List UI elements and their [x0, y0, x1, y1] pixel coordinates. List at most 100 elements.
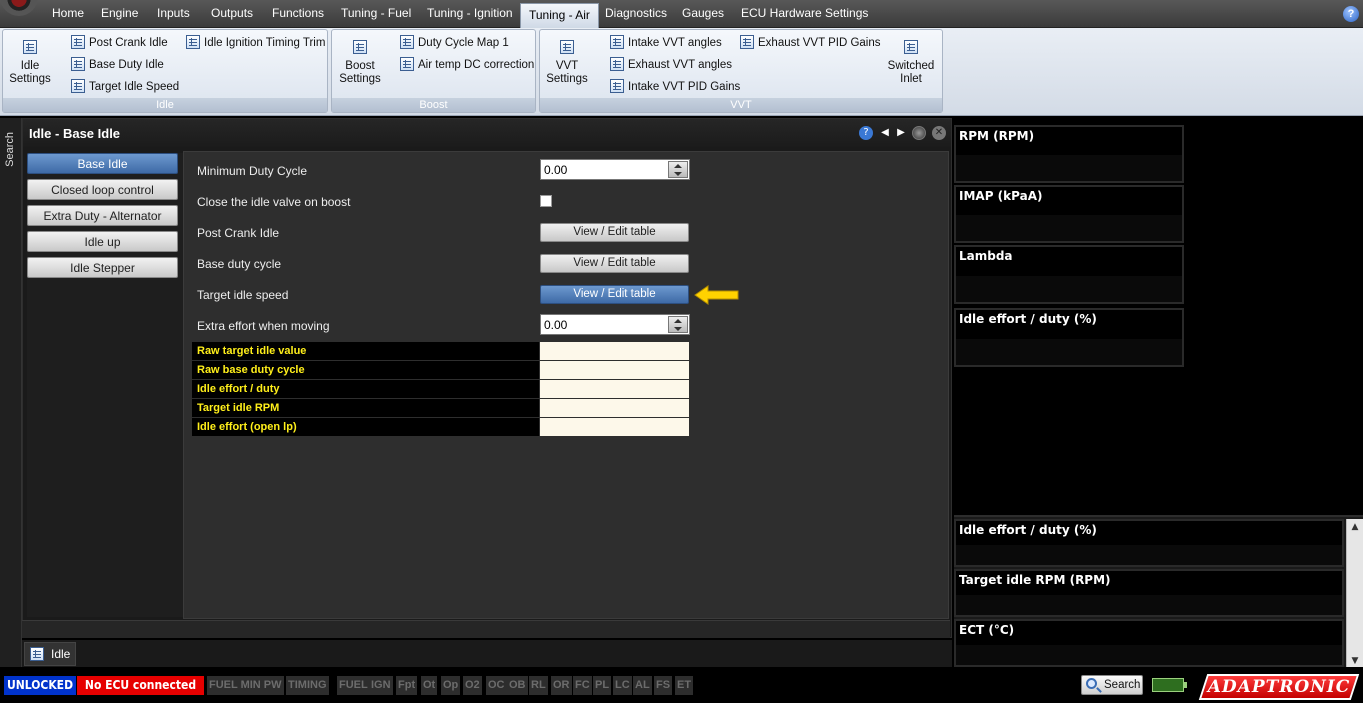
gauge-scrollbar[interactable]: ▲ ▼: [1346, 519, 1363, 669]
target-idle-speed-button[interactable]: Target Idle Speed: [71, 79, 179, 95]
tab-inputs[interactable]: Inputs: [157, 6, 190, 20]
gauge-label: Idle effort / duty (%): [959, 523, 1097, 537]
gauge-target-idle-rpm[interactable]: Target idle RPM (RPM): [954, 569, 1344, 617]
post-crank-idle-edit-button[interactable]: View / Edit table: [540, 223, 689, 242]
search-sidebar-toggle[interactable]: Search: [0, 118, 22, 668]
spin-arrows-icon[interactable]: [668, 316, 688, 333]
nav-idle-up[interactable]: Idle up: [27, 231, 178, 252]
tab-functions[interactable]: Functions: [272, 6, 324, 20]
gauge-icon[interactable]: [912, 126, 926, 140]
close-valve-on-boost-checkbox[interactable]: [540, 195, 552, 207]
output-row: Raw base duty cycle: [192, 361, 689, 379]
output-row: Idle effort (open lp): [192, 418, 689, 436]
help-icon[interactable]: ?: [1343, 6, 1359, 22]
target-idle-rpm-value: [540, 399, 689, 417]
document-tab-bar: Idle: [22, 640, 952, 667]
app-logo[interactable]: [0, 0, 38, 16]
intake-vvt-pid-gains-button[interactable]: Intake VVT PID Gains: [610, 79, 740, 95]
close-icon[interactable]: ✕: [932, 126, 946, 140]
gauge-imap[interactable]: IMAP (kPaA): [954, 185, 1184, 243]
tab-gauges[interactable]: Gauges: [682, 6, 724, 20]
nav-base-idle[interactable]: Base Idle: [27, 153, 178, 174]
idle-ignition-timing-trim-button[interactable]: Idle Ignition Timing Trim: [186, 35, 325, 51]
status-flag-et: ET: [675, 676, 695, 695]
target-idle-speed-edit-button[interactable]: View / Edit table: [540, 285, 689, 304]
gauge-label: Lambda: [959, 249, 1013, 263]
help-icon[interactable]: ?: [859, 126, 873, 140]
gauge-bar: [956, 645, 1342, 665]
idle-effort-duty-label: Idle effort / duty: [192, 380, 539, 398]
nav-closed-loop-control[interactable]: Closed loop control: [27, 179, 178, 200]
ribbon: Idle Settings Post Crank Idle Base Duty …: [0, 28, 1363, 116]
tab-home[interactable]: Home: [52, 6, 84, 20]
gauge-rpm[interactable]: RPM (RPM): [954, 125, 1184, 183]
intake-vvt-angles-button[interactable]: Intake VVT angles: [610, 35, 722, 51]
post-crank-idle-button[interactable]: Post Crank Idle: [71, 35, 168, 51]
prev-arrow-icon[interactable]: ◀: [878, 126, 892, 140]
status-flag-op: Op: [441, 676, 462, 695]
ribbon-group-vvt-title: VVT: [540, 98, 942, 112]
table-icon: [71, 79, 85, 93]
idle-settings-button[interactable]: Idle Settings: [7, 38, 53, 86]
status-flag-o2: O2: [463, 676, 483, 695]
tab-ecu-hardware-settings[interactable]: ECU Hardware Settings: [741, 6, 868, 20]
gauge-idle-effort-lower[interactable]: Idle effort / duty (%): [954, 519, 1344, 567]
next-arrow-icon[interactable]: ▶: [894, 126, 908, 140]
gauge-ect[interactable]: ECT (°C): [954, 619, 1344, 667]
panel-title: Idle - Base Idle: [29, 126, 121, 141]
status-flag-al: AL: [633, 676, 653, 695]
exhaust-vvt-pid-gains-button[interactable]: Exhaust VVT PID Gains: [740, 35, 881, 51]
table-icon: [71, 35, 85, 49]
target-idle-speed-label: Target idle speed: [197, 288, 289, 302]
min-duty-cycle-input[interactable]: 0.00: [540, 159, 690, 180]
base-duty-cycle-label: Base duty cycle: [197, 257, 282, 271]
table-icon: [610, 35, 624, 49]
output-row: Idle effort / duty: [192, 380, 689, 398]
table-icon: [560, 40, 574, 54]
gauge-idle-effort[interactable]: Idle effort / duty (%): [954, 308, 1184, 367]
gauge-bar: [956, 545, 1342, 565]
base-duty-cycle-edit-button[interactable]: View / Edit table: [540, 254, 689, 273]
status-flag-fs: FS: [654, 676, 674, 695]
output-row: Raw target idle value: [192, 342, 689, 360]
tab-tuning-ignition[interactable]: Tuning - Ignition: [427, 6, 513, 20]
gauge-label: ECT (°C): [959, 623, 1015, 637]
idle-effort-duty-value: [540, 380, 689, 398]
ribbon-group-boost-title: Boost: [332, 98, 535, 112]
boost-settings-button[interactable]: Boost Settings: [336, 38, 384, 86]
air-temp-dc-correction-button[interactable]: Air temp DC correction: [400, 57, 534, 73]
tab-outputs[interactable]: Outputs: [211, 6, 253, 20]
duty-cycle-map-1-button[interactable]: Duty Cycle Map 1: [400, 35, 509, 51]
tab-tuning-air[interactable]: Tuning - Air: [520, 3, 599, 28]
status-bar: UNLOCKED No ECU connected FUEL MIN PW TIM…: [0, 667, 1363, 703]
gauge-label: IMAP (kPaA): [959, 189, 1043, 203]
tab-engine[interactable]: Engine: [101, 6, 138, 20]
nav-extra-duty-alternator[interactable]: Extra Duty - Alternator: [27, 205, 178, 226]
table-icon: [904, 40, 918, 54]
document-tab-idle[interactable]: Idle: [24, 642, 76, 666]
nav-idle-stepper[interactable]: Idle Stepper: [27, 257, 178, 278]
switched-inlet-button[interactable]: Switched Inlet: [886, 38, 936, 86]
battery-icon: [1152, 678, 1187, 692]
spin-arrows-icon[interactable]: [668, 161, 688, 178]
gauge-bar: [956, 215, 1182, 241]
scroll-up-icon[interactable]: ▲: [1347, 519, 1363, 535]
table-icon: [23, 40, 37, 54]
brand-logo: ADAPTRONIC: [1198, 674, 1360, 700]
tab-diagnostics[interactable]: Diagnostics: [605, 6, 667, 20]
base-duty-idle-button[interactable]: Base Duty Idle: [71, 57, 164, 73]
raw-base-duty-cycle-label: Raw base duty cycle: [192, 361, 539, 379]
extra-effort-input[interactable]: 0.00: [540, 314, 690, 335]
gauge-lambda[interactable]: Lambda: [954, 245, 1184, 304]
lower-gauge-panel: Idle effort / duty (%) Target idle RPM (…: [954, 515, 1363, 669]
table-icon: [30, 647, 44, 661]
exhaust-vvt-angles-button[interactable]: Exhaust VVT angles: [610, 57, 732, 73]
status-flag-fc: FC: [573, 676, 593, 695]
vvt-settings-button[interactable]: VVT Settings: [544, 38, 590, 86]
search-button[interactable]: Search: [1081, 675, 1143, 695]
status-flag-fpt: Fpt: [396, 676, 419, 695]
table-icon: [186, 35, 200, 49]
post-crank-idle-label: Post Crank Idle: [197, 226, 280, 240]
tab-tuning-fuel[interactable]: Tuning - Fuel: [341, 6, 411, 20]
panel-footer: [22, 620, 950, 638]
